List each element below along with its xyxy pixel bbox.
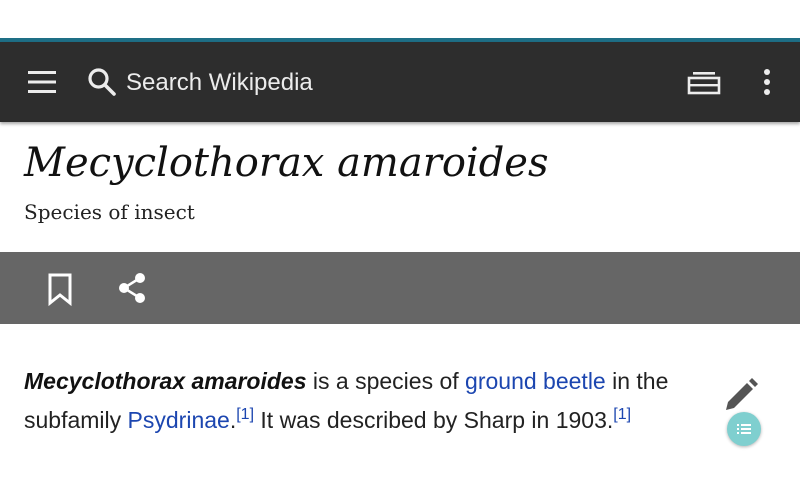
list-icon [737,424,751,434]
tabs-icon [687,72,721,95]
menu-button[interactable] [22,64,62,100]
lead-text-1: is a species of [306,368,466,394]
bold-title: Mecyclothorax amaroides [24,368,307,394]
lead-paragraph: Mecyclothorax amaroides is a species of … [24,362,704,440]
link-ground-beetle[interactable]: ground beetle [465,368,606,394]
table-of-contents-button[interactable] [727,412,761,446]
overflow-menu-button[interactable] [750,64,784,100]
search-placeholder: Search Wikipedia [126,69,313,96]
search-input[interactable]: Search Wikipedia [84,60,484,104]
pencil-icon [726,378,758,410]
link-psydrinae[interactable]: Psydrinae [128,407,230,433]
edit-section-button[interactable] [720,376,760,416]
menu-icon [28,71,56,93]
more-vert-icon [764,69,770,95]
bookmark-icon [48,273,72,307]
share-icon [119,273,145,303]
tabs-button[interactable] [684,64,724,100]
reference-link-1[interactable]: [1] [236,406,254,423]
reference-link-2[interactable]: [1] [613,406,631,423]
status-area [0,0,800,38]
save-page-button[interactable] [40,268,80,308]
page-description: Species of insect [24,200,195,224]
lead-text-4: It was described by Sharp in 1903. [254,407,614,433]
page-title: Mecyclothorax amaroides [24,140,549,186]
search-icon [88,68,116,96]
top-toolbar: Search Wikipedia [0,42,800,122]
share-button[interactable] [112,268,152,308]
article-action-bar [0,252,800,324]
